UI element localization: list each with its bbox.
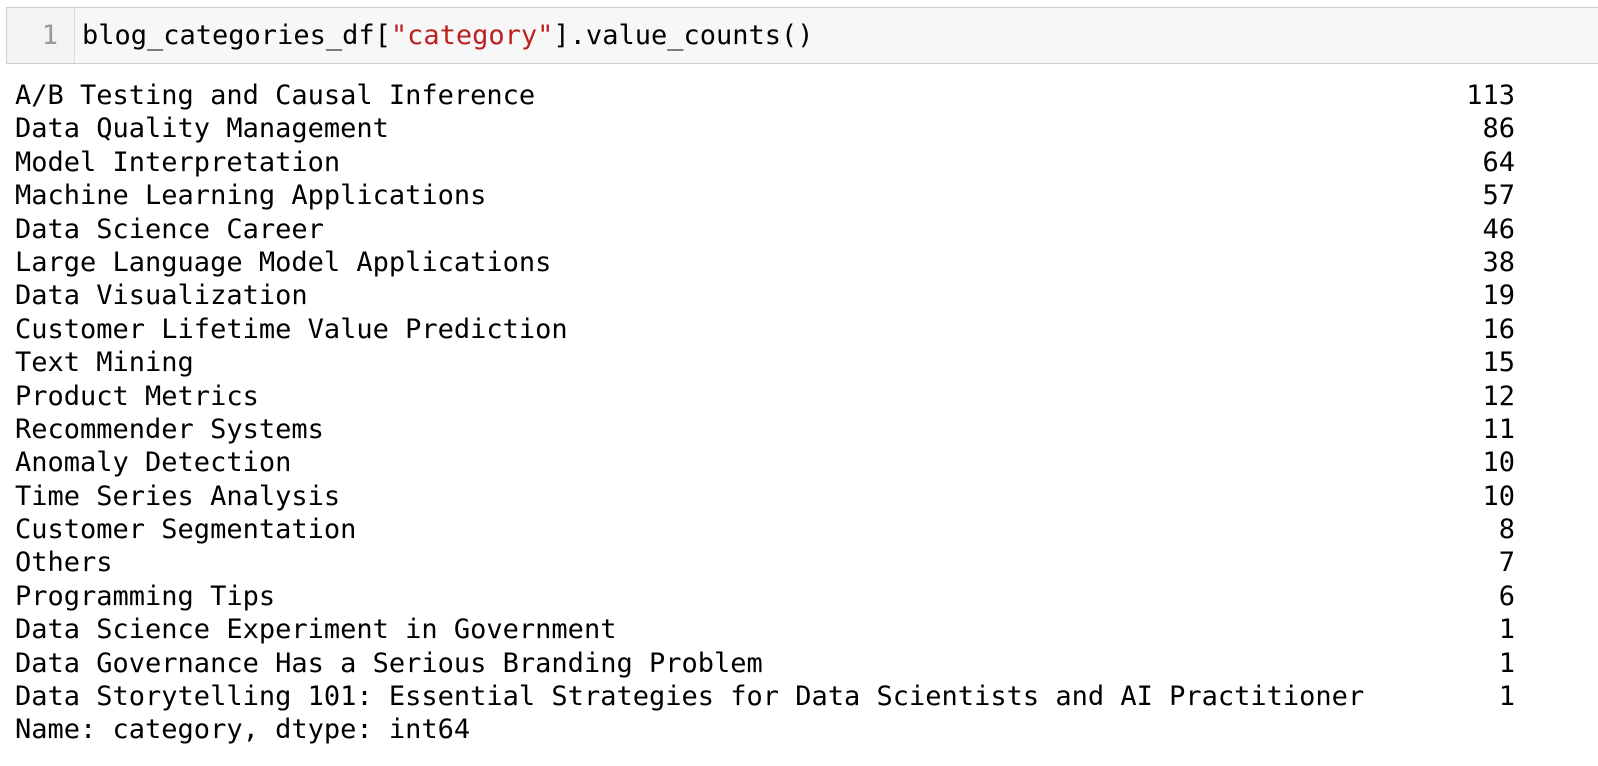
category-count: 6 (1498, 580, 1515, 612)
category-count: 11 (1482, 413, 1515, 445)
value-count-row: Programming Tips 6 (15, 580, 1515, 613)
line-number: 1 (41, 20, 58, 51)
value-counts-list: A/B Testing and Causal Inference 113 Data … (15, 79, 1515, 713)
value-count-row: Data Science Experiment in Government 1 (15, 613, 1515, 646)
category-count: 10 (1482, 480, 1515, 512)
category-label: Product Metrics (15, 380, 259, 412)
category-label: Data Storytelling 101: Essential Strateg… (15, 681, 1365, 713)
value-count-row: Data Science Career 46 (15, 213, 1515, 246)
code-editor[interactable]: blog_categories_df["category"].value_cou… (75, 7, 814, 64)
category-count: 19 (1482, 280, 1515, 312)
value-count-row: Data Governance Has a Serious Branding P… (15, 647, 1515, 680)
category-count: 46 (1482, 213, 1515, 245)
category-count: 64 (1482, 146, 1515, 178)
category-label: Programming Tips (15, 580, 276, 612)
series-footer: Name: category, dtype: int64 (15, 714, 471, 746)
category-count: 7 (1498, 547, 1515, 579)
category-label: Model Interpretation (15, 146, 341, 178)
category-count: 38 (1482, 246, 1515, 278)
category-count: 86 (1482, 113, 1515, 145)
value-count-row: Customer Segmentation 8 (15, 513, 1515, 546)
category-label: Data Quality Management (15, 113, 389, 145)
value-count-row: Data Visualization 19 (15, 279, 1515, 312)
value-count-row: Machine Learning Applications 57 (15, 179, 1515, 212)
category-label: Data Governance Has a Serious Branding P… (15, 647, 763, 679)
code-prefix: blog_categories_df[ (82, 20, 391, 51)
category-label: Others (15, 547, 113, 579)
category-label: Data Science Career (15, 213, 324, 245)
category-label: Text Mining (15, 347, 194, 379)
category-count: 16 (1482, 313, 1515, 345)
value-count-row: Time Series Analysis 10 (15, 480, 1515, 513)
category-count: 113 (1466, 80, 1515, 111)
value-count-row: Large Language Model Applications 38 (15, 246, 1515, 279)
category-label: Time Series Analysis (15, 480, 341, 512)
value-count-row: Product Metrics 12 (15, 380, 1515, 413)
category-label: Large Language Model Applications (15, 246, 552, 278)
category-label: Recommender Systems (15, 413, 324, 445)
category-count: 15 (1482, 347, 1515, 379)
category-count: 1 (1498, 647, 1515, 679)
category-count: 12 (1482, 380, 1515, 412)
value-count-row: A/B Testing and Causal Inference 113 (15, 79, 1515, 112)
code-cell[interactable]: 1 blog_categories_df["category"].value_c… (6, 7, 1598, 64)
value-count-row: Customer Lifetime Value Prediction 16 (15, 313, 1515, 346)
value-count-row: Model Interpretation 64 (15, 146, 1515, 179)
code-suffix: ].value_counts() (553, 20, 814, 51)
line-number-gutter: 1 (7, 8, 75, 63)
value-count-row: Recommender Systems 11 (15, 413, 1515, 446)
category-count: 10 (1482, 447, 1515, 479)
category-label: Data Visualization (15, 280, 308, 312)
cell-output: A/B Testing and Causal Inference 113 Data … (15, 79, 1515, 747)
category-label: A/B Testing and Causal Inference (15, 80, 536, 111)
value-count-row: Others 7 (15, 546, 1515, 579)
value-count-row: Anomaly Detection 10 (15, 446, 1515, 479)
category-count: 57 (1482, 180, 1515, 212)
category-label: Customer Segmentation (15, 514, 357, 546)
category-count: 8 (1498, 514, 1515, 546)
category-label: Anomaly Detection (15, 447, 292, 479)
category-label: Machine Learning Applications (15, 180, 487, 212)
value-count-row: Data Quality Management 86 (15, 112, 1515, 145)
category-label: Customer Lifetime Value Prediction (15, 313, 568, 345)
category-count: 1 (1498, 681, 1515, 713)
category-count: 1 (1498, 614, 1515, 646)
value-count-row: Data Storytelling 101: Essential Strateg… (15, 680, 1515, 713)
category-label: Data Science Experiment in Government (15, 614, 617, 646)
value-count-row: Text Mining 15 (15, 346, 1515, 379)
code-string-literal: "category" (390, 20, 554, 51)
